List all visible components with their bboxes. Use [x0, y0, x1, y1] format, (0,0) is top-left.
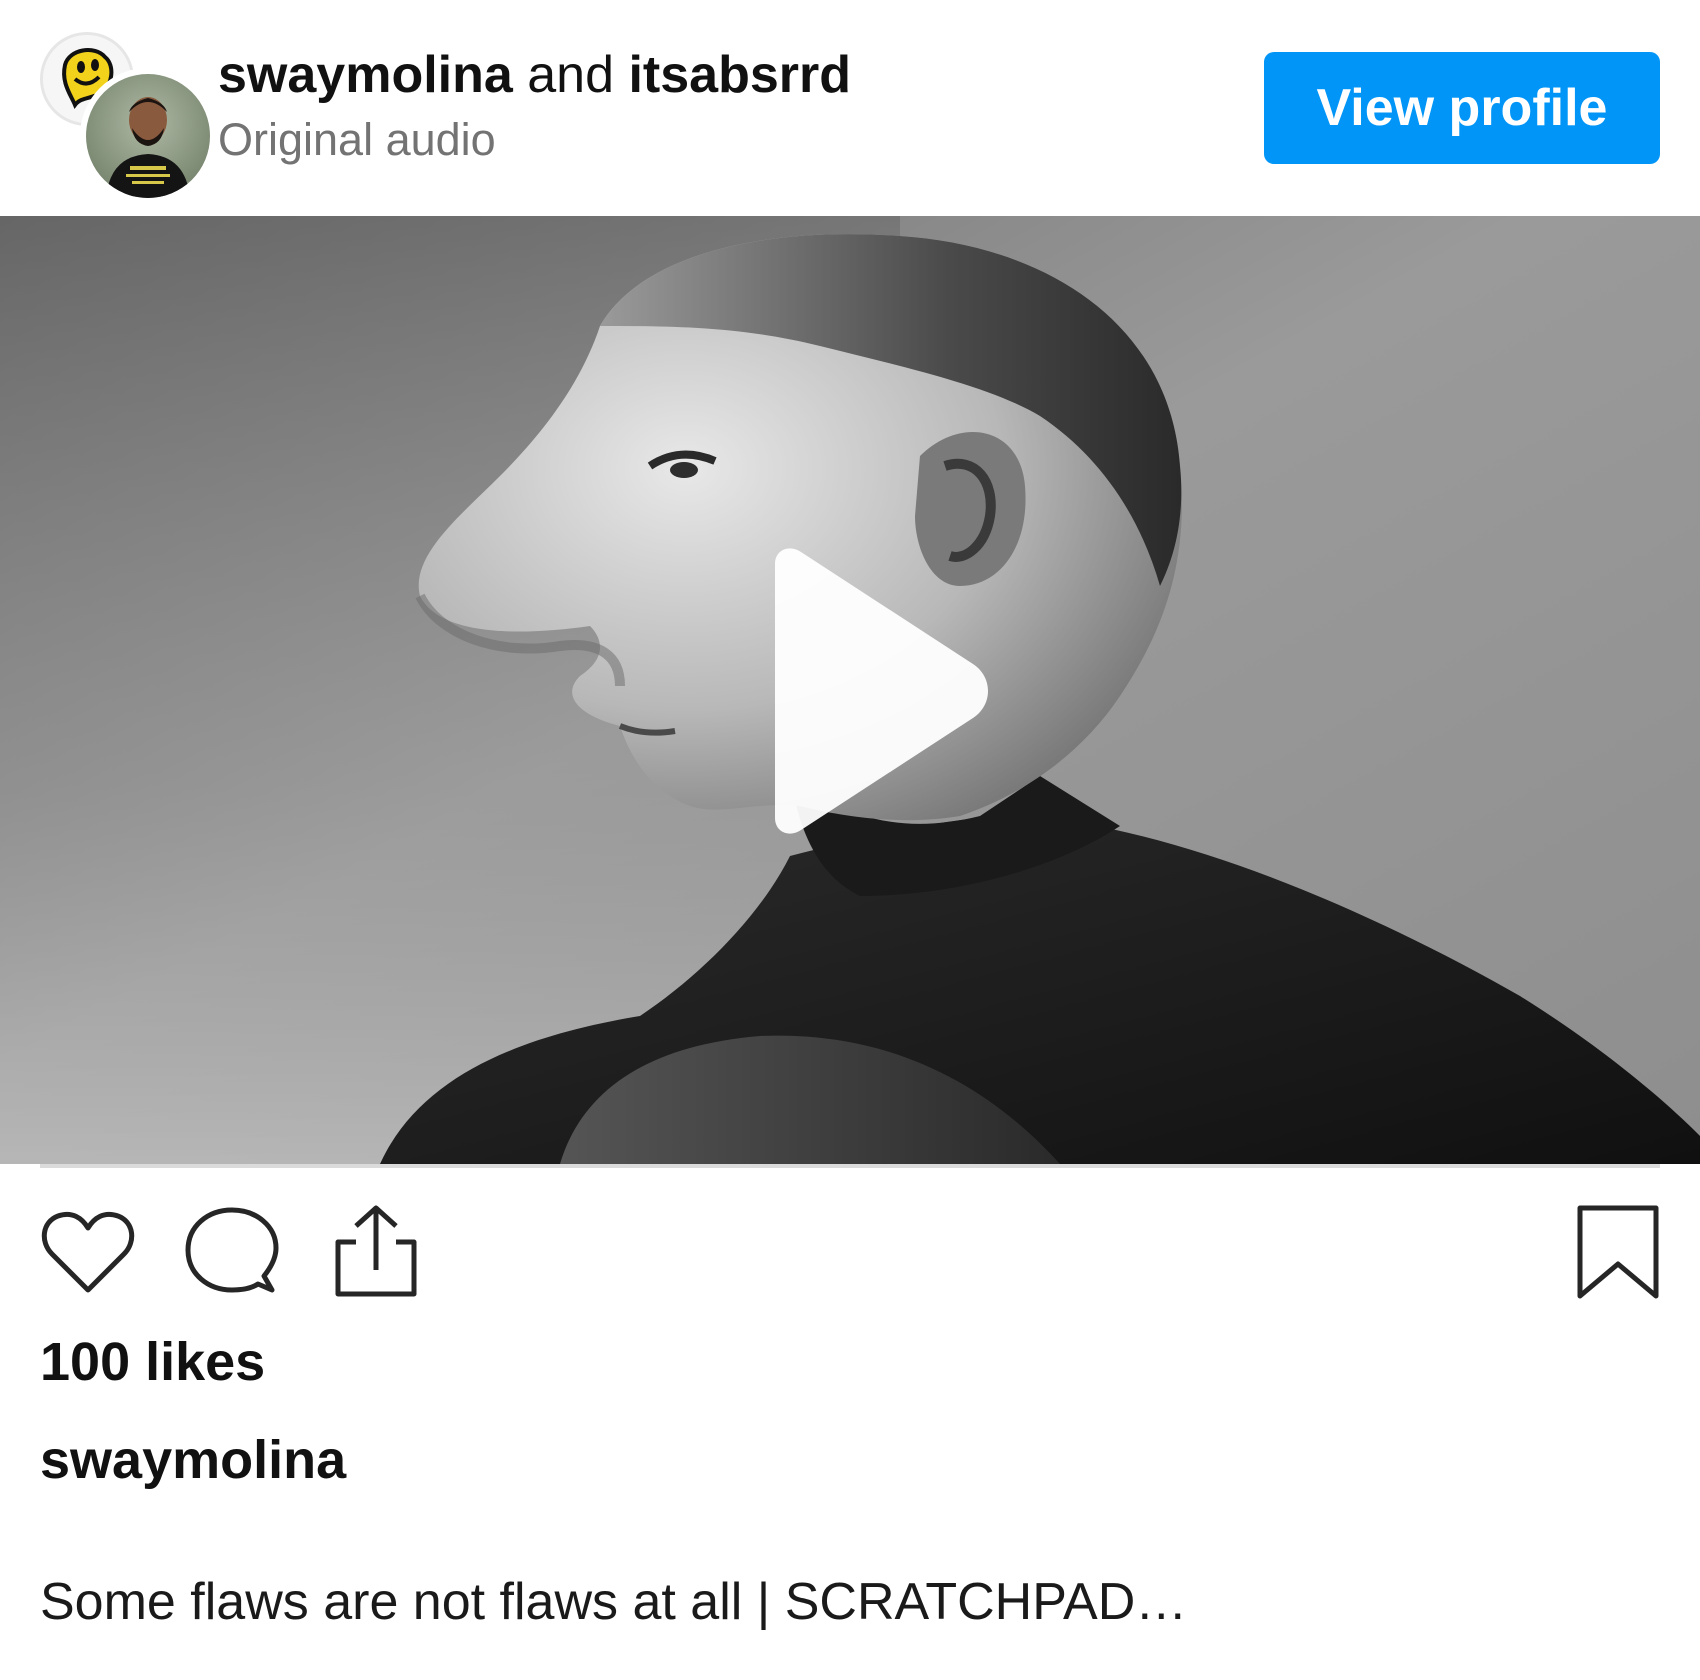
caption-username[interactable]: swaymolina [40, 1428, 346, 1492]
post-video[interactable] [0, 216, 1700, 1164]
media-divider [40, 1164, 1660, 1168]
caption-text: Some flaws are not flaws at all | SCRATC… [40, 1573, 1188, 1631]
share-upload-icon[interactable] [326, 1202, 426, 1302]
comment-bubble-icon[interactable] [182, 1202, 282, 1302]
primary-username[interactable]: swaymolina [218, 46, 513, 104]
collab-joiner: and [527, 46, 615, 104]
collab-username[interactable]: itsabsrrd [628, 46, 851, 104]
heart-icon[interactable] [38, 1202, 138, 1302]
collab-avatars[interactable] [40, 32, 216, 204]
post-header: swaymolina and itsabsrrd Original audio … [0, 0, 1700, 216]
play-icon[interactable] [735, 546, 995, 836]
avatar-swaymolina[interactable] [80, 68, 216, 204]
collab-names: swaymolina and itsabsrrd [218, 44, 1198, 106]
bookmark-icon[interactable] [1568, 1202, 1668, 1302]
audio-label[interactable]: Original audio [218, 112, 1198, 168]
header-text: swaymolina and itsabsrrd Original audio [218, 44, 1198, 168]
view-profile-button[interactable]: View profile [1264, 52, 1660, 164]
likes-count[interactable]: 100 likes [40, 1330, 265, 1394]
post-actions [0, 1180, 1700, 1310]
